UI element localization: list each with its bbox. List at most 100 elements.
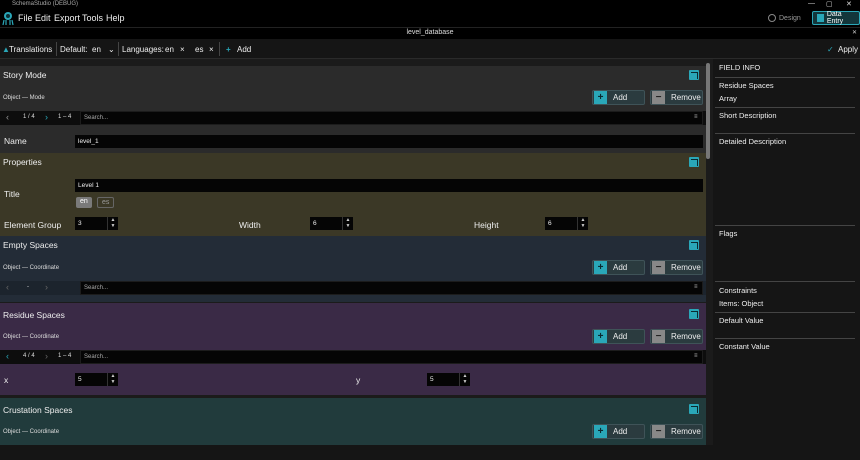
stepper-arrows-icon[interactable]: ▲ ▼ — [107, 373, 118, 386]
name-input[interactable]: level_1 — [75, 135, 703, 148]
languages-label: Languages: — [122, 45, 164, 54]
default-value-label: Default Value — [719, 316, 764, 325]
height-value: 6 — [548, 220, 552, 227]
open-external-icon[interactable] — [689, 309, 699, 319]
y-label: y — [356, 375, 361, 385]
next-page-icon[interactable]: › — [45, 282, 48, 292]
x-stepper[interactable]: 5 ▲ ▼ — [75, 373, 118, 386]
data-entry-mode-button[interactable]: Data Entry — [812, 11, 860, 25]
translations-toggle[interactable]: Translations — [9, 45, 52, 54]
menu-tools[interactable]: Tools — [82, 13, 103, 23]
search-input[interactable]: Search... — [80, 281, 703, 295]
title-input[interactable]: Level 1 — [75, 179, 703, 192]
menu-export[interactable]: Export — [54, 13, 80, 23]
stepper-arrows-icon[interactable]: ▲ ▼ — [459, 373, 470, 386]
constraints-label: Constraints — [719, 286, 757, 295]
menu-edit[interactable]: Edit — [35, 13, 51, 23]
pager: ‹ 4 / 4 › 1 – 4 Search... ≡ — [0, 350, 706, 364]
field-info-panel: FIELD INFO Residue Spaces Array Short De… — [713, 59, 860, 445]
element-group-stepper[interactable]: 3 ▲ ▼ — [75, 217, 118, 230]
y-value: 5 — [430, 376, 434, 383]
field-type: Array — [719, 94, 737, 103]
page-indicator: 4 / 4 — [23, 353, 35, 359]
default-language-label: Default: — [60, 45, 88, 54]
design-mode-button[interactable]: Design — [764, 11, 805, 25]
stepper-arrows-icon[interactable]: ▲ ▼ — [342, 217, 353, 230]
remove-label: Remove — [671, 263, 701, 272]
open-external-icon[interactable] — [689, 157, 699, 167]
page-indicator: - — [27, 284, 29, 290]
window-titlebar: SchemaStudio (DEBUG) — ▢ ✕ — [0, 0, 860, 9]
remove-language-en-icon[interactable]: × — [180, 45, 185, 54]
open-external-icon[interactable] — [689, 404, 699, 414]
width-stepper[interactable]: 6 ▲ ▼ — [310, 217, 353, 230]
menu-icon[interactable]: ≡ — [694, 284, 698, 290]
maximize-icon[interactable]: ▢ — [826, 0, 833, 8]
prev-page-icon[interactable]: ‹ — [6, 351, 9, 361]
pager: ‹ 1 / 4 › 1 – 4 Search... ≡ — [0, 111, 706, 125]
add-language-button[interactable]: Add — [237, 45, 251, 54]
search-input[interactable]: Search... — [80, 111, 703, 125]
short-description-label: Short Description — [719, 111, 777, 120]
document-title[interactable]: level_database — [0, 29, 860, 36]
vertical-scrollbar[interactable] — [706, 63, 711, 445]
remove-button[interactable]: − Remove — [650, 329, 703, 344]
add-button[interactable]: + Add — [592, 260, 645, 275]
section-subtitle: Object — Coordinate — [3, 265, 60, 271]
add-button[interactable]: + Add — [592, 90, 645, 105]
x-value: 5 — [78, 376, 82, 383]
prev-page-icon[interactable]: ‹ — [6, 282, 9, 292]
remove-button[interactable]: − Remove — [650, 424, 703, 439]
language-chip-en: en — [165, 45, 174, 54]
window-title: SchemaStudio (DEBUG) — [12, 1, 79, 7]
add-label: Add — [613, 427, 628, 436]
y-stepper[interactable]: 5 ▲ ▼ — [427, 373, 470, 386]
remove-language-es-icon[interactable]: × — [209, 45, 214, 54]
section-subtitle: Object — Mode — [3, 95, 45, 101]
remove-button[interactable]: − Remove — [650, 260, 703, 275]
menu-file[interactable]: File — [18, 13, 33, 23]
empty-spaces-section: Empty Spaces Object — Coordinate + Add − R… — [0, 236, 706, 302]
apply-button[interactable]: Apply — [838, 45, 858, 54]
stepper-arrows-icon[interactable]: ▲ ▼ — [107, 217, 118, 230]
title-label: Title — [4, 189, 20, 199]
divider — [118, 42, 119, 56]
default-language-select[interactable]: en — [92, 45, 101, 54]
width-value: 6 — [313, 220, 317, 227]
checkmark-icon[interactable]: ✓ — [827, 45, 834, 54]
section-title: Properties — [3, 157, 42, 167]
scrollbar-thumb[interactable] — [706, 63, 710, 159]
section-subtitle: Object — Coordinate — [3, 429, 60, 435]
divider — [715, 107, 855, 108]
remove-button[interactable]: − Remove — [650, 90, 703, 105]
chevron-down-icon[interactable]: ⌄ — [108, 45, 115, 54]
open-external-icon[interactable] — [689, 240, 699, 250]
chart-icon — [817, 14, 824, 22]
add-button[interactable]: + Add — [592, 329, 645, 344]
next-page-icon[interactable]: › — [45, 351, 48, 361]
menu-icon[interactable]: ≡ — [694, 114, 698, 120]
lang-tab-en[interactable]: en — [76, 197, 92, 208]
stepper-arrows-icon[interactable]: ▲ ▼ — [577, 217, 588, 230]
next-page-icon[interactable]: › — [45, 112, 48, 122]
menu-icon[interactable]: ≡ — [694, 353, 698, 359]
height-label: Height — [474, 220, 499, 230]
minus-icon: − — [652, 330, 665, 343]
add-button[interactable]: + Add — [592, 424, 645, 439]
height-stepper[interactable]: 6 ▲ ▼ — [545, 217, 588, 230]
close-document-icon[interactable]: ✕ — [852, 29, 857, 36]
field-info-header: FIELD INFO — [719, 63, 761, 72]
page-range: 1 – 4 — [58, 353, 72, 359]
close-window-icon[interactable]: ✕ — [846, 0, 852, 8]
plus-icon[interactable]: + — [226, 45, 231, 54]
menu-help[interactable]: Help — [106, 13, 125, 23]
prev-page-icon[interactable]: ‹ — [6, 112, 9, 122]
search-input[interactable]: Search... — [80, 350, 703, 364]
lang-tab-es[interactable]: es — [97, 197, 115, 208]
open-external-icon[interactable] — [689, 70, 699, 80]
minimize-icon[interactable]: — — [808, 0, 815, 7]
document-tab-bar: level_database ✕ — [0, 27, 860, 39]
add-label: Add — [613, 263, 628, 272]
constant-value-label: Constant Value — [719, 342, 770, 351]
divider — [715, 133, 855, 134]
